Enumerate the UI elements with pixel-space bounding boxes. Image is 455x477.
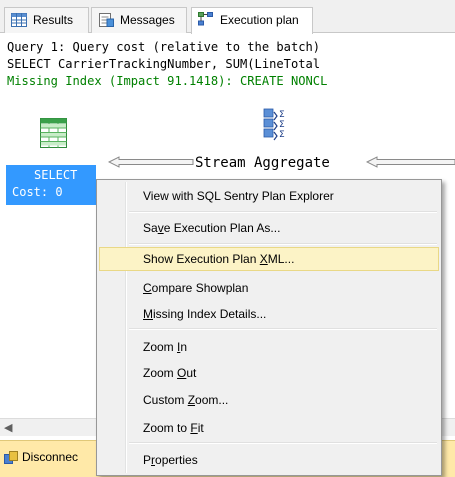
query-sql-line: SELECT CarrierTrackingNumber, SUM(LineTo… [7, 57, 321, 71]
menu-separator [129, 211, 437, 213]
menu-item-label: View with SQL Sentry Plan Explorer [143, 189, 334, 203]
tab-execution-plan-label: Execution plan [220, 13, 299, 27]
menu-item-label: Zoom to Fit [143, 421, 204, 435]
missing-index-link[interactable]: Missing Index (Impact 91.1418): CREATE N… [7, 73, 327, 90]
menu-item-zoom-out[interactable]: Zoom Out [99, 361, 439, 385]
tab-messages[interactable]: Messages [91, 7, 187, 33]
menu-item-save-execution-plan-as[interactable]: Save Execution Plan As... [99, 216, 439, 240]
result-tabs-bar: Results Messages Execution plan [0, 0, 455, 34]
menu-item-compare-showplan[interactable]: Compare Showplan [99, 276, 439, 300]
query-cost-line: Query 1: Query cost (relative to the bat… [7, 40, 321, 54]
messages-icon [99, 13, 114, 27]
stream-aggregate-icon[interactable]: Σ Σ Σ [262, 107, 292, 151]
menu-item-label: Save Execution Plan As... [143, 221, 281, 235]
menu-separator [129, 243, 437, 245]
menu-item-show-execution-plan-xml[interactable]: Show Execution Plan XML... [99, 247, 439, 271]
execution-plan-icon [198, 12, 213, 26]
context-menu: View with SQL Sentry Plan Explorer Save … [96, 179, 442, 476]
status-text: Disconnec [22, 450, 79, 464]
disconnected-icon [4, 451, 18, 464]
menu-item-zoom-in[interactable]: Zoom In [99, 335, 439, 359]
menu-item-zoom-to-fit[interactable]: Zoom to Fit [99, 416, 439, 440]
menu-item-label: Custom Zoom... [143, 393, 229, 407]
svg-text:Σ: Σ [279, 130, 285, 140]
menu-item-label: Properties [143, 453, 198, 467]
menu-item-missing-index-details[interactable]: Missing Index Details... [99, 302, 439, 326]
grid-icon [11, 13, 27, 27]
table-select-icon[interactable] [40, 118, 67, 148]
svg-text:Σ: Σ [279, 110, 285, 120]
stream-aggregate-label: Stream Aggregate [195, 155, 330, 171]
menu-item-label: Show Execution Plan XML... [143, 252, 295, 266]
svg-text:Σ: Σ [279, 120, 285, 130]
menu-item-label: Zoom In [143, 340, 188, 354]
select-operator-selected[interactable]: SELECT Cost: 0 [6, 165, 96, 205]
menu-separator [129, 328, 437, 330]
tab-execution-plan[interactable]: Execution plan [191, 7, 313, 34]
flow-arrow-right [366, 156, 455, 168]
menu-item-label: Zoom Out [143, 366, 197, 380]
tab-messages-label: Messages [120, 13, 175, 27]
select-operator-cost: Cost: 0 [12, 185, 63, 199]
tab-results[interactable]: Results [4, 7, 89, 33]
tab-results-label: Results [33, 13, 74, 27]
menu-separator [129, 442, 437, 444]
menu-item-properties[interactable]: Properties [99, 448, 439, 472]
flow-arrow-left [108, 156, 194, 168]
menu-item-custom-zoom[interactable]: Custom Zoom... [99, 388, 439, 412]
scroll-left-arrow-icon[interactable]: ◀ [4, 421, 12, 434]
select-operator-label: SELECT [34, 168, 78, 182]
menu-item-label: Missing Index Details... [143, 307, 267, 321]
menu-item-label: Compare Showplan [143, 281, 249, 295]
menu-item-view-with-plan-explorer[interactable]: View with SQL Sentry Plan Explorer [99, 184, 439, 208]
